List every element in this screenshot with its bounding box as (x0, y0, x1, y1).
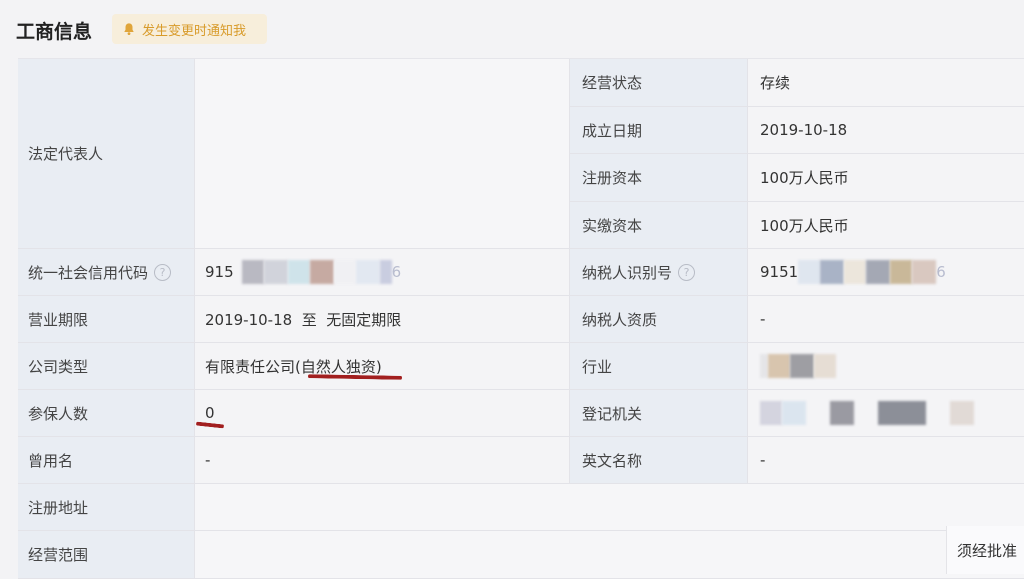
help-icon[interactable]: ? (154, 263, 172, 281)
reg-address-label-text: 注册地址 (28, 498, 89, 517)
legal-rep-value (195, 59, 570, 249)
taxpayer-qual-value: - (748, 296, 1024, 343)
credit-code-label: 统一社会信用代码 ? (18, 249, 195, 296)
industry-label-text: 行业 (582, 357, 613, 376)
reg-address-value (195, 484, 1024, 531)
english-name-label: 英文名称 (570, 437, 748, 484)
taxpayer-id-prefix: 9151 (760, 263, 799, 281)
paid-capital-label-text: 实缴资本 (582, 216, 643, 235)
scope-tail: 须经批准 (946, 526, 1024, 574)
redacted-credit-code (241, 260, 392, 284)
status-label-text: 经营状态 (582, 74, 643, 92)
former-name-label: 曾用名 (18, 437, 195, 484)
est-date-value-text: 2019-10-18 (760, 121, 848, 139)
redacted-industry (760, 354, 836, 378)
est-date-label: 成立日期 (570, 107, 748, 154)
credit-code-label-text: 统一社会信用代码 (28, 263, 149, 282)
section-header: 工商信息 发生变更时通知我 (0, 0, 1024, 58)
taxpayer-qual-value-text: - (760, 310, 766, 328)
status-value: 存续 (748, 59, 1024, 107)
reg-capital-label-text: 注册资本 (582, 169, 643, 187)
english-name-label-text: 英文名称 (582, 451, 643, 470)
status-value-text: 存续 (760, 74, 791, 92)
scope-tail-text: 须经批准 (957, 541, 1018, 560)
insured-value-text: 0 (205, 404, 215, 422)
legal-rep-label: 法定代表人 (18, 59, 195, 249)
business-info-page: 工商信息 发生变更时通知我 法定代表人 经营状态 存续 成立日期 2019-10 (0, 0, 1024, 579)
industry-label: 行业 (570, 343, 748, 390)
company-type-label: 公司类型 (18, 343, 195, 390)
taxpayer-id-value: 9151 6 (748, 249, 1024, 296)
reg-address-label: 注册地址 (18, 484, 195, 531)
notify-label: 发生变更时通知我 (142, 23, 247, 39)
taxpayer-id-label: 纳税人识别号 ? (570, 249, 748, 296)
est-date-label-text: 成立日期 (582, 121, 643, 140)
help-icon[interactable]: ? (678, 263, 696, 281)
former-name-label-text: 曾用名 (28, 451, 74, 470)
scope-label: 经营范围 (18, 531, 195, 579)
section-title: 工商信息 (16, 21, 93, 43)
est-date-value: 2019-10-18 (748, 107, 1024, 154)
credit-code-suffix: 6 (391, 263, 402, 281)
paid-capital-value-text: 100万人民币 (760, 216, 849, 235)
term-value-text: 2019-10-18 至 无固定期限 (205, 310, 402, 329)
bell-icon (124, 23, 134, 36)
reg-capital-label: 注册资本 (570, 154, 748, 202)
industry-value (748, 343, 1024, 390)
status-label: 经营状态 (570, 59, 748, 107)
former-name-value-text: - (205, 451, 211, 469)
credit-code-value: 915 6 (195, 249, 570, 296)
insured-label: 参保人数 (18, 390, 195, 437)
redacted-taxpayer-id (798, 260, 937, 284)
insured-label-text: 参保人数 (28, 404, 89, 423)
reg-capital-value: 100万人民币 (748, 154, 1024, 202)
reg-authority-label-text: 登记机关 (582, 404, 643, 423)
legal-rep-label-text: 法定代表人 (28, 145, 104, 163)
taxpayer-id-suffix: 6 (936, 263, 946, 281)
company-type-value-text: 有限责任公司(自然人独资) (205, 357, 382, 376)
taxpayer-qual-label-text: 纳税人资质 (582, 310, 658, 329)
redacted-reg-authority (760, 401, 974, 425)
scope-label-text: 经营范围 (28, 546, 89, 564)
taxpayer-qual-label: 纳税人资质 (570, 296, 748, 343)
scope-value (195, 531, 1024, 579)
notify-on-change-button[interactable]: 发生变更时通知我 (112, 14, 267, 44)
reg-authority-label: 登记机关 (570, 390, 748, 437)
english-name-value: - (748, 437, 1024, 484)
term-label: 营业期限 (18, 296, 195, 343)
paid-capital-value: 100万人民币 (748, 202, 1024, 249)
paid-capital-label: 实缴资本 (570, 202, 748, 249)
company-type-value: 有限责任公司(自然人独资) (195, 343, 570, 390)
insured-value: 0 (195, 390, 570, 437)
english-name-value-text: - (760, 451, 766, 469)
credit-code-prefix: 915 (205, 263, 234, 281)
reg-capital-value-text: 100万人民币 (760, 169, 849, 187)
former-name-value: - (195, 437, 570, 484)
taxpayer-id-label-text: 纳税人识别号 (582, 263, 673, 282)
business-info-table: 法定代表人 经营状态 存续 成立日期 2019-10-18 注册资本 100万人… (18, 58, 1024, 579)
term-label-text: 营业期限 (28, 310, 89, 329)
reg-authority-value (748, 390, 1024, 437)
company-type-label-text: 公司类型 (28, 357, 89, 376)
term-value: 2019-10-18 至 无固定期限 (195, 296, 570, 343)
